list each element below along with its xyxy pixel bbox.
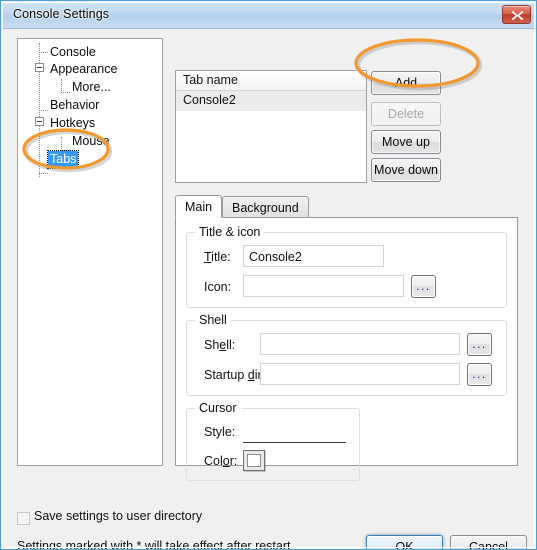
settings-tree[interactable]: Console Appearance More... Behavior Hotk…	[17, 38, 163, 466]
close-icon[interactable]	[502, 5, 531, 24]
table-row[interactable]: Console2	[176, 91, 366, 111]
title-input[interactable]: Console2	[243, 245, 384, 267]
shell-group: Shell Shell: ... Startup dir: ...	[186, 313, 507, 396]
icon-browse-button[interactable]: ...	[411, 275, 436, 298]
save-settings-checkbox[interactable]	[17, 512, 30, 525]
cursor-style-underline	[243, 442, 346, 443]
group-legend-shell: Shell	[195, 313, 231, 327]
ellipsis-icon: ...	[472, 337, 487, 351]
startup-dir-browse-button[interactable]: ...	[467, 363, 492, 386]
save-settings-label: Save settings to user directory	[34, 509, 203, 523]
cursor-group: Cursor Style: Color:	[186, 401, 360, 481]
restart-note: Settings marked with * will take effect …	[17, 539, 291, 550]
delete-button: Delete	[371, 102, 441, 126]
tab-name-list[interactable]: Tab name Console2	[175, 70, 367, 183]
close-glyph	[511, 11, 524, 21]
add-button[interactable]: Add	[371, 71, 441, 95]
title-bar: Console Settings	[2, 2, 535, 29]
tree-item-tabs[interactable]: Tabs	[18, 150, 162, 172]
group-legend-cursor: Cursor	[195, 401, 241, 415]
shell-input[interactable]	[260, 333, 460, 355]
tree-item-more[interactable]: More...	[18, 77, 162, 96]
tree-item-tabs-label: Tabs	[46, 150, 80, 169]
cancel-button[interactable]: Cancel	[450, 535, 527, 549]
cursor-style-label: Style:	[204, 425, 236, 439]
title-label: Title:	[204, 250, 231, 264]
move-down-button[interactable]: Move down	[371, 158, 441, 182]
icon-label: Icon:	[204, 280, 232, 294]
cursor-color-swatch[interactable]	[243, 450, 265, 471]
startup-dir-input[interactable]	[260, 363, 460, 385]
console-settings-dialog: Console Settings Console Appearance More…	[0, 0, 537, 550]
tree-item-behavior[interactable]: Behavior	[18, 96, 162, 115]
shell-browse-button[interactable]: ...	[467, 333, 492, 356]
group-legend-title-icon: Title & icon	[195, 225, 265, 239]
icon-input[interactable]	[243, 275, 404, 297]
move-up-button[interactable]: Move up	[371, 130, 441, 154]
tree-expander-icon[interactable]	[35, 63, 44, 72]
tab-page-main: Title & icon Title: Console2 Icon: ... S…	[175, 217, 518, 481]
dialog-body: Console Appearance More... Behavior Hotk…	[3, 30, 534, 550]
cursor-style-select[interactable]	[243, 421, 345, 443]
cursor-color-preview	[247, 454, 261, 467]
tree-item-appearance[interactable]: Appearance	[18, 58, 162, 77]
tree-item-hotkeys[interactable]: Hotkeys	[18, 115, 162, 134]
cursor-color-label: Color:	[204, 454, 238, 468]
tree-item-mouse[interactable]: Mouse	[18, 134, 162, 153]
tab-main[interactable]: Main	[175, 195, 223, 218]
tree-expander-icon[interactable]	[35, 117, 44, 126]
title-and-icon-group: Title & icon Title: Console2 Icon: ...	[186, 225, 507, 308]
tab-name-column-header: Tab name	[176, 71, 366, 91]
shell-label: Shell:	[204, 338, 236, 352]
ok-button[interactable]: OK	[366, 535, 443, 549]
tab-background[interactable]: Background	[222, 196, 309, 218]
ellipsis-icon: ...	[416, 279, 431, 293]
ellipsis-icon: ...	[472, 367, 487, 381]
startup-dir-label: Startup dir:	[204, 368, 265, 382]
tree-item-console[interactable]: Console	[18, 39, 162, 59]
tree-tick	[39, 173, 48, 174]
window-title: Console Settings	[13, 7, 110, 21]
